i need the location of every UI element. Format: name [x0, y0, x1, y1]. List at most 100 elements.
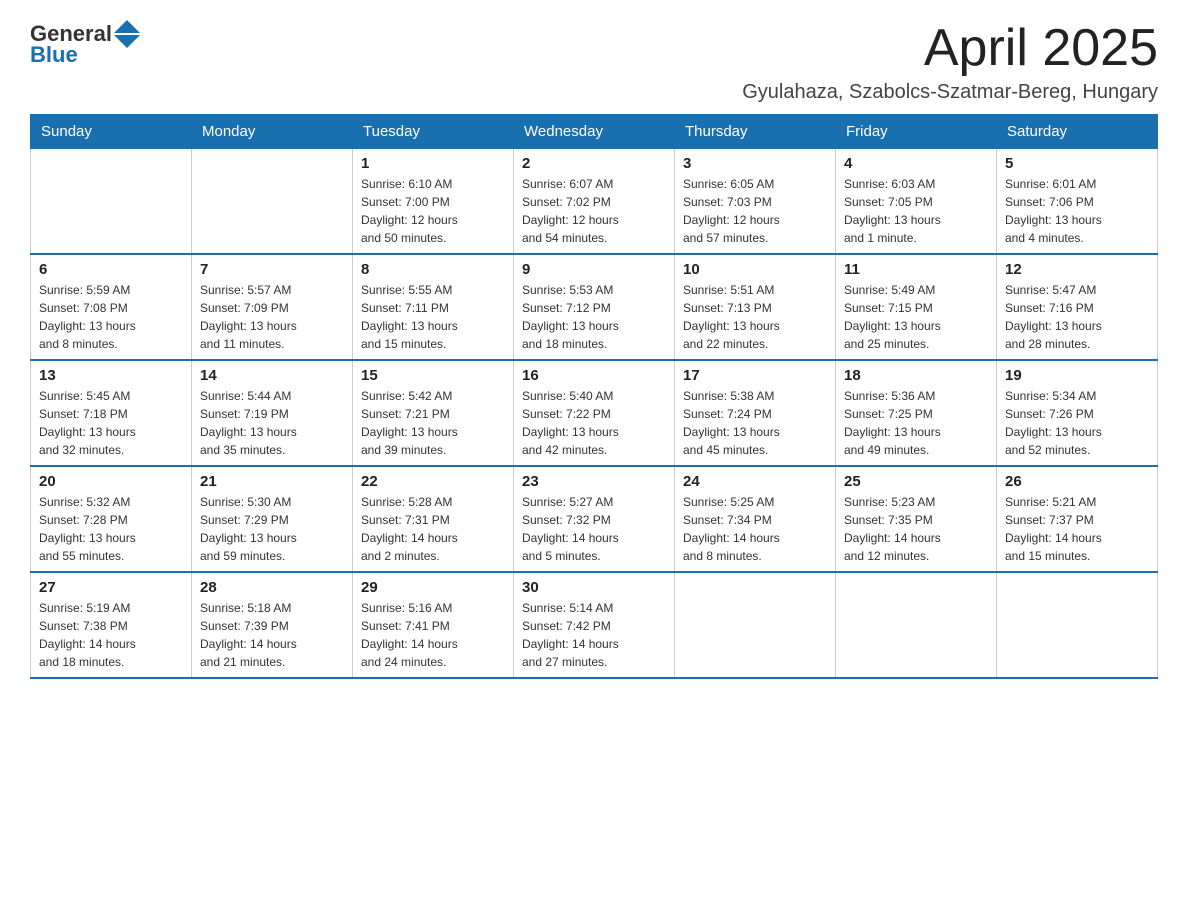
day-number: 20 [39, 473, 183, 490]
calendar-day-cell: 5 Sunrise: 6:01 AM Sunset: 7:06 PM Daylig… [997, 149, 1158, 255]
day-number: 15 [361, 367, 505, 384]
day-of-week-header: Saturday [997, 115, 1158, 149]
day-info: Sunrise: 5:32 AM Sunset: 7:28 PM Dayligh… [39, 493, 183, 565]
calendar-day-cell: 10 Sunrise: 5:51 AM Sunset: 7:13 PM Dayli… [675, 254, 836, 360]
calendar-day-cell: 21 Sunrise: 5:30 AM Sunset: 7:29 PM Dayli… [192, 466, 353, 572]
day-number: 26 [1005, 473, 1149, 490]
day-info: Sunrise: 5:21 AM Sunset: 7:37 PM Dayligh… [1005, 493, 1149, 565]
day-of-week-header: Wednesday [514, 115, 675, 149]
calendar-day-cell: 17Sunrise: 5:38 AM Sunset: 7:24 PM Dayli… [675, 360, 836, 466]
calendar-day-cell: 20 Sunrise: 5:32 AM Sunset: 7:28 PM Dayli… [31, 466, 192, 572]
calendar-day-cell: 14 Sunrise: 5:44 AM Sunset: 7:19 PM Dayli… [192, 360, 353, 466]
day-info: Sunrise: 5:23 AM Sunset: 7:35 PM Dayligh… [844, 493, 988, 565]
calendar-day-cell: 26 Sunrise: 5:21 AM Sunset: 7:37 PM Dayli… [997, 466, 1158, 572]
calendar-day-cell: 30 Sunrise: 5:14 AM Sunset: 7:42 PM Dayli… [514, 572, 675, 678]
calendar-empty-cell [997, 572, 1158, 678]
day-info: Sunrise: 5:45 AM Sunset: 7:18 PM Dayligh… [39, 387, 183, 459]
day-info: Sunrise: 5:42 AM Sunset: 7:21 PM Dayligh… [361, 387, 505, 459]
month-year-title: April 2025 [742, 20, 1158, 77]
logo: General Blue [30, 20, 140, 68]
calendar-day-cell: 11 Sunrise: 5:49 AM Sunset: 7:15 PM Dayli… [836, 254, 997, 360]
calendar-day-cell: 8 Sunrise: 5:55 AM Sunset: 7:11 PM Daylig… [353, 254, 514, 360]
day-number: 10 [683, 261, 827, 278]
day-info: Sunrise: 6:01 AM Sunset: 7:06 PM Dayligh… [1005, 175, 1149, 247]
day-info: Sunrise: 6:07 AM Sunset: 7:02 PM Dayligh… [522, 175, 666, 247]
day-of-week-header: Tuesday [353, 115, 514, 149]
day-of-week-header: Thursday [675, 115, 836, 149]
day-number: 12 [1005, 261, 1149, 278]
day-number: 2 [522, 155, 666, 172]
calendar-empty-cell [192, 149, 353, 255]
day-number: 4 [844, 155, 988, 172]
day-info: Sunrise: 5:44 AM Sunset: 7:19 PM Dayligh… [200, 387, 344, 459]
day-info: Sunrise: 5:30 AM Sunset: 7:29 PM Dayligh… [200, 493, 344, 565]
day-number: 24 [683, 473, 827, 490]
day-number: 17 [683, 367, 827, 384]
day-number: 9 [522, 261, 666, 278]
location-subtitle: Gyulahaza, Szabolcs-Szatmar-Bereg, Hunga… [742, 81, 1158, 104]
day-info: Sunrise: 5:27 AM Sunset: 7:32 PM Dayligh… [522, 493, 666, 565]
day-number: 29 [361, 579, 505, 596]
calendar-day-cell: 23 Sunrise: 5:27 AM Sunset: 7:32 PM Dayli… [514, 466, 675, 572]
day-info: Sunrise: 5:59 AM Sunset: 7:08 PM Dayligh… [39, 281, 183, 353]
day-info: Sunrise: 5:36 AM Sunset: 7:25 PM Dayligh… [844, 387, 988, 459]
calendar-day-cell: 3 Sunrise: 6:05 AM Sunset: 7:03 PM Daylig… [675, 149, 836, 255]
day-info: Sunrise: 5:34 AM Sunset: 7:26 PM Dayligh… [1005, 387, 1149, 459]
calendar-day-cell: 4Sunrise: 6:03 AM Sunset: 7:05 PM Daylig… [836, 149, 997, 255]
calendar-table: SundayMondayTuesdayWednesdayThursdayFrid… [30, 114, 1158, 679]
day-of-week-header: Friday [836, 115, 997, 149]
day-number: 30 [522, 579, 666, 596]
calendar-day-cell: 28 Sunrise: 5:18 AM Sunset: 7:39 PM Dayli… [192, 572, 353, 678]
day-number: 1 [361, 155, 505, 172]
day-info: Sunrise: 5:55 AM Sunset: 7:11 PM Dayligh… [361, 281, 505, 353]
day-info: Sunrise: 5:25 AM Sunset: 7:34 PM Dayligh… [683, 493, 827, 565]
day-info: Sunrise: 5:51 AM Sunset: 7:13 PM Dayligh… [683, 281, 827, 353]
day-number: 19 [1005, 367, 1149, 384]
calendar-week-row: 1 Sunrise: 6:10 AM Sunset: 7:00 PM Daylig… [31, 149, 1158, 255]
day-number: 16 [522, 367, 666, 384]
day-number: 18 [844, 367, 988, 384]
calendar-day-cell: 29 Sunrise: 5:16 AM Sunset: 7:41 PM Dayli… [353, 572, 514, 678]
day-info: Sunrise: 5:19 AM Sunset: 7:38 PM Dayligh… [39, 599, 183, 671]
day-number: 21 [200, 473, 344, 490]
calendar-week-row: 13Sunrise: 5:45 AM Sunset: 7:18 PM Dayli… [31, 360, 1158, 466]
calendar-empty-cell [836, 572, 997, 678]
day-info: Sunrise: 5:53 AM Sunset: 7:12 PM Dayligh… [522, 281, 666, 353]
calendar-day-cell: 2 Sunrise: 6:07 AM Sunset: 7:02 PM Daylig… [514, 149, 675, 255]
day-number: 11 [844, 261, 988, 278]
day-number: 28 [200, 579, 344, 596]
calendar-header: SundayMondayTuesdayWednesdayThursdayFrid… [31, 115, 1158, 149]
calendar-day-cell: 13Sunrise: 5:45 AM Sunset: 7:18 PM Dayli… [31, 360, 192, 466]
day-info: Sunrise: 6:05 AM Sunset: 7:03 PM Dayligh… [683, 175, 827, 247]
day-info: Sunrise: 5:14 AM Sunset: 7:42 PM Dayligh… [522, 599, 666, 671]
day-info: Sunrise: 5:28 AM Sunset: 7:31 PM Dayligh… [361, 493, 505, 565]
calendar-day-cell: 19 Sunrise: 5:34 AM Sunset: 7:26 PM Dayli… [997, 360, 1158, 466]
calendar-day-cell: 18 Sunrise: 5:36 AM Sunset: 7:25 PM Dayli… [836, 360, 997, 466]
logo-blue-text: Blue [30, 42, 78, 68]
day-info: Sunrise: 6:10 AM Sunset: 7:00 PM Dayligh… [361, 175, 505, 247]
calendar-day-cell: 12 Sunrise: 5:47 AM Sunset: 7:16 PM Dayli… [997, 254, 1158, 360]
day-info: Sunrise: 5:49 AM Sunset: 7:15 PM Dayligh… [844, 281, 988, 353]
day-number: 5 [1005, 155, 1149, 172]
day-number: 14 [200, 367, 344, 384]
day-info: Sunrise: 5:16 AM Sunset: 7:41 PM Dayligh… [361, 599, 505, 671]
calendar-day-cell: 22 Sunrise: 5:28 AM Sunset: 7:31 PM Dayli… [353, 466, 514, 572]
day-info: Sunrise: 5:57 AM Sunset: 7:09 PM Dayligh… [200, 281, 344, 353]
page-header: General Blue April 2025 Gyulahaza, Szabo… [30, 20, 1158, 104]
day-number: 8 [361, 261, 505, 278]
calendar-day-cell: 1 Sunrise: 6:10 AM Sunset: 7:00 PM Daylig… [353, 149, 514, 255]
calendar-day-cell: 24 Sunrise: 5:25 AM Sunset: 7:34 PM Dayli… [675, 466, 836, 572]
calendar-week-row: 6Sunrise: 5:59 AM Sunset: 7:08 PM Daylig… [31, 254, 1158, 360]
day-number: 27 [39, 579, 183, 596]
day-number: 3 [683, 155, 827, 172]
calendar-week-row: 20 Sunrise: 5:32 AM Sunset: 7:28 PM Dayli… [31, 466, 1158, 572]
calendar-day-cell: 6Sunrise: 5:59 AM Sunset: 7:08 PM Daylig… [31, 254, 192, 360]
calendar-day-cell: 27 Sunrise: 5:19 AM Sunset: 7:38 PM Dayli… [31, 572, 192, 678]
day-number: 22 [361, 473, 505, 490]
day-info: Sunrise: 5:18 AM Sunset: 7:39 PM Dayligh… [200, 599, 344, 671]
calendar-day-cell: 7Sunrise: 5:57 AM Sunset: 7:09 PM Daylig… [192, 254, 353, 360]
day-info: Sunrise: 5:47 AM Sunset: 7:16 PM Dayligh… [1005, 281, 1149, 353]
title-block: April 2025 Gyulahaza, Szabolcs-Szatmar-B… [742, 20, 1158, 104]
calendar-day-cell: 15 Sunrise: 5:42 AM Sunset: 7:21 PM Dayli… [353, 360, 514, 466]
day-number: 23 [522, 473, 666, 490]
